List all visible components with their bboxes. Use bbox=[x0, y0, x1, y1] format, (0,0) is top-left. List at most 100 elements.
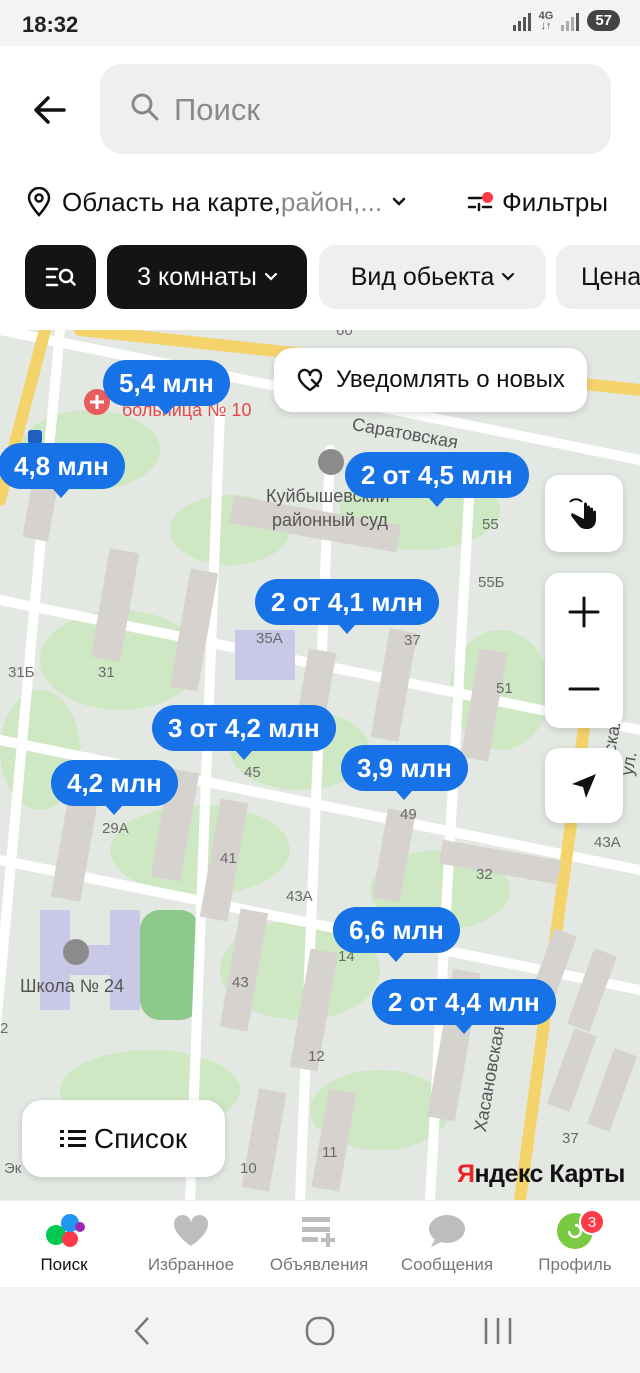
map-label-school: Школа № 24 bbox=[20, 976, 125, 996]
zoom-out-button[interactable] bbox=[545, 650, 623, 727]
price-pin[interactable]: 3 от 4,2 млн bbox=[152, 705, 336, 760]
list-search-icon bbox=[45, 267, 76, 287]
profile-avatar-icon bbox=[511, 1209, 639, 1253]
navigation-arrow-icon bbox=[572, 773, 596, 798]
map-label-house-number: 37 bbox=[404, 632, 421, 649]
search-dots-icon bbox=[0, 1209, 128, 1253]
back-button[interactable] bbox=[28, 88, 72, 132]
heart-bell-icon bbox=[297, 368, 323, 392]
price-chip[interactable]: Цена bbox=[556, 245, 640, 309]
map-label-court-2: районный суд bbox=[272, 510, 388, 530]
search-input[interactable]: Поиск bbox=[100, 64, 611, 154]
map-label-house-number: 43А bbox=[594, 834, 621, 851]
system-home-button[interactable] bbox=[300, 1313, 340, 1349]
map-label-house-number: 55 bbox=[482, 516, 499, 533]
price-pin[interactable]: 5,4 млн bbox=[103, 360, 230, 415]
price-pin[interactable]: 2 от 4,4 млн bbox=[372, 979, 556, 1034]
add-listing-icon bbox=[255, 1209, 383, 1253]
list-view-label: Список bbox=[93, 1122, 188, 1154]
system-navigation-bar bbox=[0, 1287, 640, 1373]
map-label-partial: Эк bbox=[4, 1160, 22, 1177]
map-label-house-number: 55Б bbox=[478, 574, 505, 591]
location-pin-icon bbox=[27, 187, 51, 217]
nav-messages[interactable]: Сообщения bbox=[383, 1209, 511, 1285]
list-view-button[interactable]: Список bbox=[22, 1100, 225, 1177]
area-selector[interactable]: Область на карте, район,... bbox=[26, 182, 406, 222]
price-pin[interactable]: 4,8 млн bbox=[0, 443, 125, 498]
area-label: Область на карте, bbox=[62, 186, 281, 217]
rooms-chip-label: 3 комнаты bbox=[137, 262, 257, 291]
price-pin[interactable]: 2 от 4,1 млн bbox=[255, 579, 439, 634]
map-label-house-number: 12 bbox=[308, 1048, 325, 1065]
object-type-chip-label: Вид обьекта bbox=[350, 262, 495, 291]
price-pin[interactable]: 2 от 4,5 млн bbox=[345, 452, 529, 507]
list-icon bbox=[59, 1129, 86, 1147]
nav-profile[interactable]: 3 Профиль bbox=[511, 1209, 639, 1285]
notify-new-label: Уведомлять о новых bbox=[336, 366, 565, 393]
hand-gesture-button[interactable] bbox=[545, 475, 623, 552]
price-chip-label: Цена bbox=[581, 262, 640, 291]
nav-listings-label: Объявления bbox=[269, 1255, 369, 1274]
home-circle-icon bbox=[305, 1316, 335, 1346]
search-placeholder: Поиск bbox=[174, 92, 260, 127]
map-label-house-number: 10 bbox=[240, 1160, 257, 1177]
system-back-button[interactable] bbox=[122, 1313, 162, 1349]
price-pin[interactable]: 6,6 млн bbox=[333, 907, 460, 962]
nav-messages-label: Сообщения bbox=[400, 1255, 494, 1274]
filters-label: Фильтры bbox=[501, 186, 608, 217]
plus-icon bbox=[568, 596, 600, 627]
map-label-house-number: 41 bbox=[220, 850, 237, 867]
chevron-left-icon bbox=[134, 1317, 149, 1345]
nav-search-label: Поиск bbox=[40, 1255, 88, 1274]
signal-icon bbox=[512, 11, 531, 31]
filter-indicator-dot bbox=[481, 192, 493, 203]
map-label-house-number: 43А bbox=[286, 888, 313, 905]
search-icon bbox=[131, 93, 159, 121]
status-icons: 4G ↓↑ 57 bbox=[512, 9, 620, 32]
my-location-button[interactable] bbox=[545, 748, 623, 823]
area-label-muted: район,... bbox=[280, 186, 383, 217]
nav-listings[interactable]: Объявления bbox=[255, 1209, 383, 1285]
map-label-house-number: 11 bbox=[322, 1144, 338, 1161]
price-pin[interactable]: 3,9 млн bbox=[341, 745, 468, 800]
map-view[interactable]: больница № 10 Куйбышевский районный суд … bbox=[0, 330, 640, 1200]
map-label-house-number: 49 bbox=[400, 806, 417, 823]
nav-search[interactable]: Поиск bbox=[0, 1209, 128, 1285]
zoom-in-button[interactable] bbox=[545, 573, 623, 650]
nav-favorites[interactable]: Избранное bbox=[127, 1209, 255, 1285]
arrow-left-icon bbox=[34, 96, 66, 124]
hand-icon bbox=[569, 497, 596, 529]
chevron-down-icon bbox=[502, 273, 515, 281]
nav-profile-label: Профиль bbox=[538, 1255, 612, 1274]
map-label-house-number: 60 bbox=[336, 330, 353, 339]
yandex-maps-logo: Яндекс Карты bbox=[457, 1160, 625, 1188]
map-list-toggle-chip[interactable] bbox=[25, 245, 96, 309]
status-bar: 18:32 4G ↓↑ 57 bbox=[0, 0, 640, 46]
status-time: 18:32 bbox=[22, 12, 79, 37]
recents-icon bbox=[484, 1318, 512, 1344]
chat-bubble-icon bbox=[383, 1209, 511, 1253]
map-label-house-number: 31 bbox=[98, 664, 115, 681]
chevron-down-icon bbox=[264, 273, 277, 281]
battery-indicator: 57 bbox=[587, 10, 620, 31]
map-label-house-number: 51 bbox=[496, 680, 513, 697]
map-label-house-number: 2 bbox=[0, 1020, 9, 1037]
filters-button[interactable]: Фильтры bbox=[466, 182, 608, 222]
heart-icon bbox=[127, 1209, 255, 1253]
system-recents-button[interactable] bbox=[478, 1313, 518, 1349]
map-label-house-number: 37 bbox=[562, 1130, 579, 1147]
map-label-house-number: 43 bbox=[232, 974, 249, 991]
price-pin[interactable]: 4,2 млн bbox=[51, 760, 178, 815]
map-label-house-number: 45 bbox=[244, 764, 261, 781]
bottom-navigation: Поиск Избранное Объявления Сообщения 3 П… bbox=[0, 1200, 640, 1287]
header: Поиск Область на карте, район,... Фильтр… bbox=[0, 46, 640, 330]
map-label-house-number: 32 bbox=[476, 866, 493, 883]
zoom-controls bbox=[545, 573, 623, 728]
object-type-chip[interactable]: Вид обьекта bbox=[319, 245, 546, 309]
notification-badge: 3 bbox=[579, 1209, 605, 1235]
nav-favorites-label: Избранное bbox=[147, 1255, 235, 1274]
chevron-down-icon bbox=[392, 197, 406, 206]
network-type: 4G ↓↑ bbox=[538, 9, 554, 32]
notify-new-button[interactable]: Уведомлять о новых bbox=[274, 348, 587, 412]
rooms-chip[interactable]: 3 комнаты bbox=[107, 245, 307, 309]
